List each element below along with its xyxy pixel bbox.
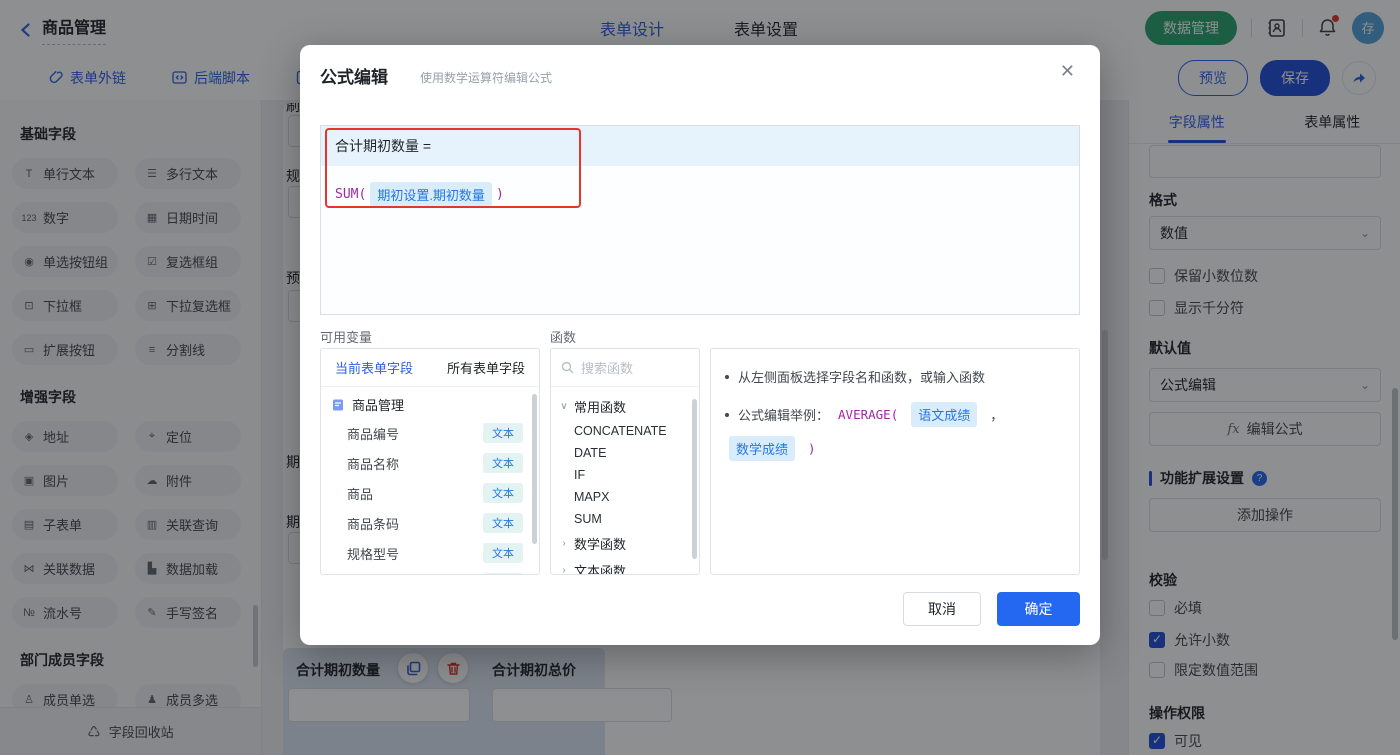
formula-expression[interactable]: SUM( 期初设置.期初数量 ) [321,166,1079,223]
function-group[interactable]: ∨ 常用函数 [551,393,699,420]
tab-all-form-fields[interactable]: 所有表单字段 [447,358,525,377]
variables-scrollbar[interactable] [532,394,537,544]
tip-line: 从左侧面板选择字段名和函数，或输入函数 [725,367,1065,386]
function-group[interactable]: › 文本函数 [551,557,699,575]
variable-field-row[interactable]: 规格型号 文本 [321,538,539,568]
chevron-down-icon: ∨ [560,401,568,412]
tab-current-form-fields[interactable]: 当前表单字段 [335,358,413,377]
variables-panel: 当前表单字段 所有表单字段 商品管理 商品编号 文本 商品名称 文本 商品 文本 商品… [320,348,540,575]
variable-field-row[interactable]: 商品类别文本 [321,568,539,574]
variable-field-row[interactable]: 商品名称 文本 [321,448,539,478]
field-type-badge: 文本 [483,483,523,503]
functions-label: 函数 [550,330,577,345]
variable-field-row[interactable]: 商品编号 文本 [321,418,539,448]
example-field-chip: 语文成绩 [911,402,978,427]
form-doc-icon [331,398,345,412]
cancel-button[interactable]: 取消 [903,592,981,626]
function-item[interactable]: MAPX [551,486,699,508]
formula-field-chip[interactable]: 期初设置.期初数量 [370,182,492,207]
tips-panel: 从左侧面板选择字段名和函数，或输入函数 公式编辑举例： AVERAGE( 语文成… [710,348,1080,575]
variable-field-row[interactable]: 商品 文本 [321,478,539,508]
search-icon [561,361,574,374]
bullet-dot [725,412,729,417]
variables-root-node[interactable]: 商品管理 [321,387,539,418]
modal-subtitle: 使用数学运算符编辑公式 [420,71,553,85]
function-search[interactable]: 搜索函数 [551,349,699,387]
variable-field-row[interactable]: 商品条码 文本 [321,508,539,538]
field-type-badge: 文本 [483,543,523,563]
app-screen: 商品管理 表单设计 表单设置 数据管理 存 表单外链 后端脚本 预览 保存 基础… [0,0,1400,755]
chevron-right-icon: › [562,538,566,549]
tip-line-example: 公式编辑举例： AVERAGE( 语文成绩 ， 数学成绩 ) [725,402,1065,461]
variables-label: 可用变量 [320,330,373,345]
close-icon[interactable]: ✕ [1060,61,1075,82]
field-type-badge: 文本 [483,573,523,574]
function-tree: ∨ 常用函数 CONCATENATE DATE IF MAPX SUM › 数学函数… [551,387,699,575]
function-item[interactable]: CONCATENATE [551,420,699,442]
field-type-badge: 文本 [483,513,523,533]
bullet-dot [725,374,729,379]
function-group[interactable]: › 数学函数 [551,530,699,557]
modal-title: 公式编辑 [320,68,388,87]
formula-func-close: ) [495,187,504,202]
functions-panel: 搜索函数 ∨ 常用函数 CONCATENATE DATE IF MAPX SUM … [550,348,700,575]
variables-tabs: 当前表单字段 所有表单字段 [321,349,539,387]
formula-editor[interactable]: 合计期初数量 = SUM( 期初设置.期初数量 ) [320,125,1080,315]
field-type-badge: 文本 [483,423,523,443]
formula-target: 合计期初数量 = [321,126,1079,166]
function-item[interactable]: IF [551,464,699,486]
chevron-right-icon: › [562,565,566,575]
formula-editor-modal: 公式编辑 使用数学运算符编辑公式 ✕ 合计期初数量 = SUM( 期初设置.期初… [300,45,1100,645]
functions-scrollbar[interactable] [692,399,697,559]
function-item[interactable]: SUM [551,508,699,530]
formula-func-open: SUM( [335,187,367,202]
function-item[interactable]: DATE [551,442,699,464]
field-type-badge: 文本 [483,453,523,473]
search-placeholder: 搜索函数 [581,361,634,376]
confirm-button[interactable]: 确定 [997,592,1080,626]
example-field-chip: 数学成绩 [729,436,796,461]
